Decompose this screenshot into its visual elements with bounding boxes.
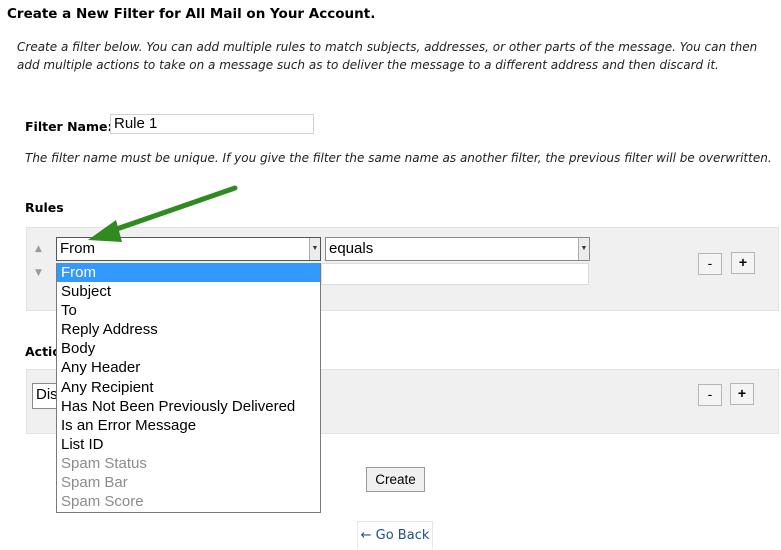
- action-select[interactable]: Dis: [32, 383, 58, 409]
- dropdown-option-spam-bar: Spam Bar: [61, 474, 128, 492]
- chevron-down-icon[interactable]: ▼: [578, 238, 589, 260]
- dropdown-option-any-recipient[interactable]: Any Recipient: [57, 378, 320, 397]
- rules-heading: Rules: [25, 200, 64, 215]
- dropdown-option-not-previously-delivered[interactable]: Has Not Been Previously Delivered: [57, 397, 320, 416]
- dropdown-option-spam-status: Spam Status: [61, 454, 147, 472]
- go-back-link[interactable]: ← Go Back: [357, 521, 433, 549]
- remove-action-button[interactable]: -: [698, 384, 722, 406]
- filter-name-label: Filter Name:: [25, 119, 113, 134]
- rule-operator-select-value: equals: [329, 240, 374, 257]
- create-button[interactable]: Create: [366, 467, 425, 492]
- annotation-arrow-icon: [88, 185, 238, 242]
- chevron-down-icon[interactable]: ▼: [309, 238, 320, 260]
- rule-value-input[interactable]: [321, 263, 589, 285]
- add-action-button[interactable]: +: [730, 383, 754, 405]
- dropdown-option-subject[interactable]: Subject: [57, 282, 320, 301]
- rule-operator-select[interactable]: equals ▼: [325, 237, 590, 261]
- dropdown-option-from[interactable]: From: [57, 263, 320, 283]
- dropdown-option-error-message[interactable]: Is an Error Message: [57, 416, 320, 435]
- move-down-icon[interactable]: ▼: [35, 268, 42, 278]
- dropdown-option-to[interactable]: To: [57, 301, 320, 320]
- rule-field-dropdown-list: From Subject To Reply Address Body Any H…: [56, 263, 321, 513]
- page-title: Create a New Filter for All Mail on Your…: [7, 6, 376, 22]
- page-description: Create a filter below. You can add multi…: [17, 40, 758, 72]
- move-up-icon[interactable]: ▲: [35, 244, 42, 254]
- dropdown-option-any-header[interactable]: Any Header: [57, 358, 320, 377]
- add-rule-button[interactable]: +: [731, 252, 755, 274]
- dropdown-option-body[interactable]: Body: [57, 339, 320, 358]
- dropdown-option-list-id[interactable]: List ID: [57, 435, 320, 454]
- dropdown-option-spam-score: Spam Score: [61, 493, 144, 511]
- dropdown-option-reply-address[interactable]: Reply Address: [57, 320, 320, 339]
- filter-name-input[interactable]: Rule 1: [110, 114, 314, 134]
- remove-rule-button[interactable]: -: [698, 253, 722, 275]
- filter-name-note: The filter name must be unique. If you g…: [25, 151, 772, 165]
